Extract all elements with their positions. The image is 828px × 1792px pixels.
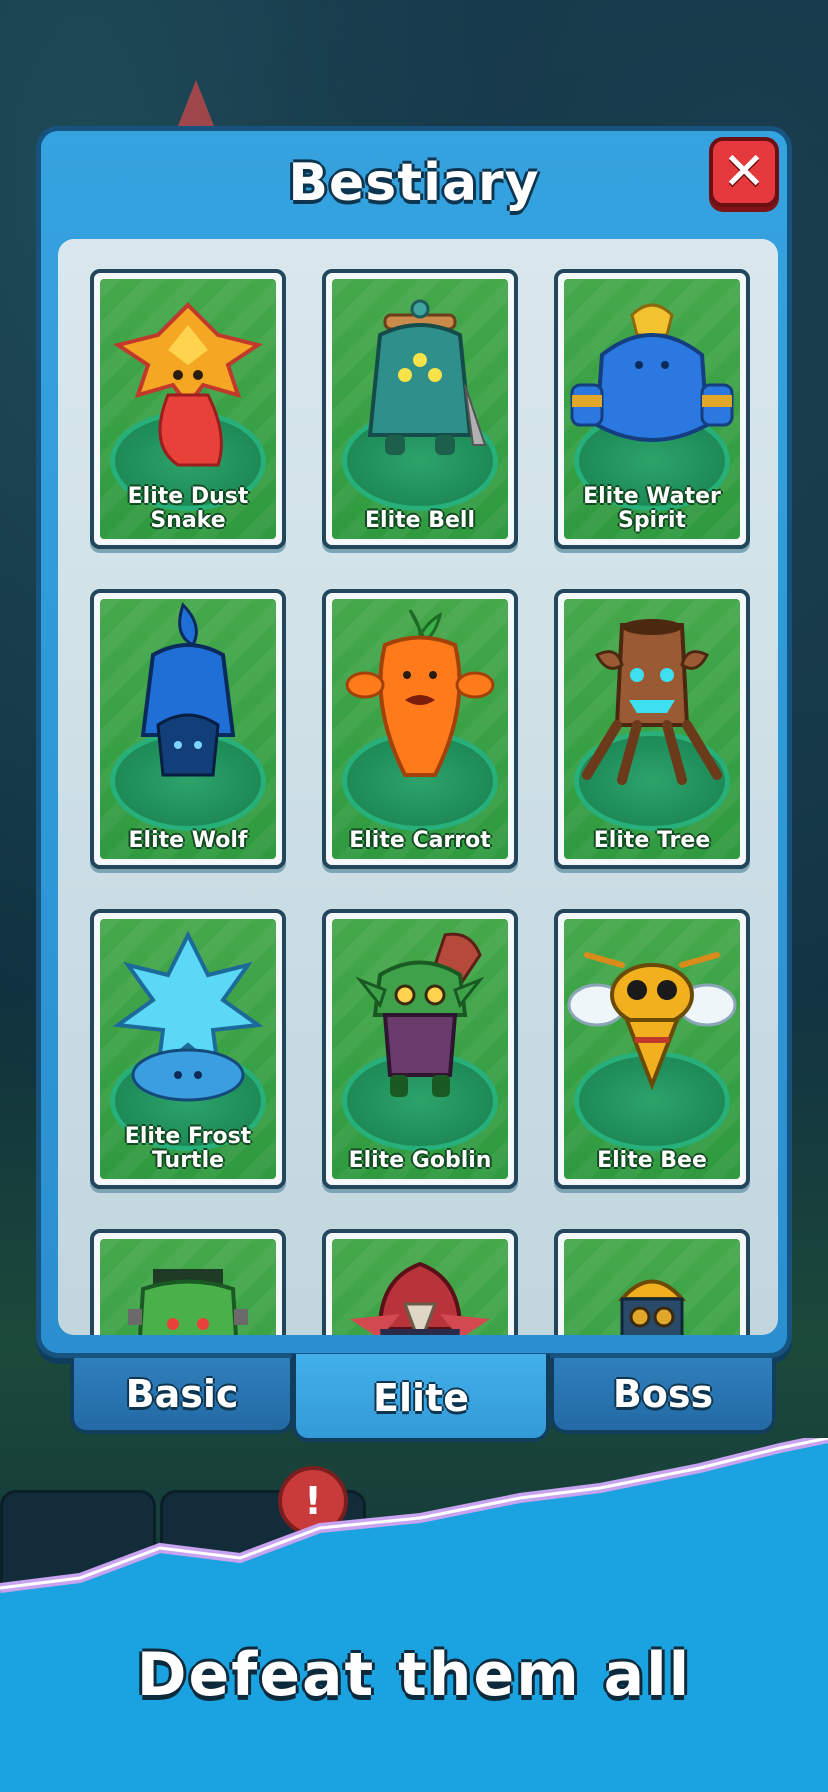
bee-icon: [567, 935, 737, 1119]
card-label: Elite Tree: [593, 828, 711, 853]
frost-turtle-icon: [108, 925, 268, 1119]
card-label: Elite Frost Turtle: [124, 1124, 252, 1173]
creature-card[interactable]: Elite Bee: [554, 909, 750, 1189]
close-x-icon: ✕: [722, 142, 766, 202]
creature-card[interactable]: [322, 1229, 518, 1335]
creature-card[interactable]: Elite Wolf: [90, 589, 286, 869]
creature-card[interactable]: Elite Carrot: [322, 589, 518, 869]
tab-elite[interactable]: Elite: [292, 1354, 550, 1442]
creature-card[interactable]: [90, 1229, 286, 1335]
creature-card[interactable]: Elite Goblin: [322, 909, 518, 1189]
creature-card[interactable]: Elite Dust Snake: [90, 269, 286, 549]
dust-snake-icon: [108, 295, 268, 479]
creature-grid[interactable]: Elite Dust Snake Elite Bell Elite Water …: [58, 239, 778, 1335]
background-tower: [178, 80, 214, 126]
card-label: Elite Bee: [597, 1148, 707, 1173]
close-button[interactable]: ✕: [709, 137, 779, 207]
creature-card[interactable]: Elite Tree: [554, 589, 750, 869]
bestiary-panel: Bestiary ✕ Elite Dust Snake Elite Bell E…: [36, 126, 792, 1358]
carrot-icon: [345, 605, 495, 799]
card-label: Elite Water Spirit: [583, 484, 721, 533]
tab-basic[interactable]: Basic: [70, 1358, 294, 1434]
goblin-icon: [340, 925, 500, 1119]
card-label: Elite Bell: [365, 508, 475, 533]
creature-card[interactable]: [554, 1229, 750, 1335]
card-label: Elite Carrot: [349, 828, 491, 853]
card-label: Elite Goblin: [348, 1148, 492, 1173]
tab-boss[interactable]: Boss: [550, 1358, 776, 1434]
frankenstein-icon: [108, 1259, 268, 1335]
water-spirit-icon: [567, 295, 737, 479]
wolf-icon: [113, 599, 263, 799]
creature-card[interactable]: Elite Frost Turtle: [90, 909, 286, 1189]
panel-title: Bestiary: [288, 153, 540, 213]
card-label: Elite Dust Snake: [127, 484, 249, 533]
card-label: Elite Wolf: [128, 828, 248, 853]
banner-background: [0, 1438, 828, 1792]
creature-card[interactable]: Elite Bell: [322, 269, 518, 549]
tree-icon: [567, 605, 737, 799]
creature-card[interactable]: Elite Water Spirit: [554, 269, 750, 549]
miner-icon: [572, 1259, 732, 1335]
bell-icon: [345, 295, 495, 479]
hooded-crow-icon: [340, 1259, 500, 1335]
promo-caption: Defeat them all: [136, 1640, 692, 1710]
